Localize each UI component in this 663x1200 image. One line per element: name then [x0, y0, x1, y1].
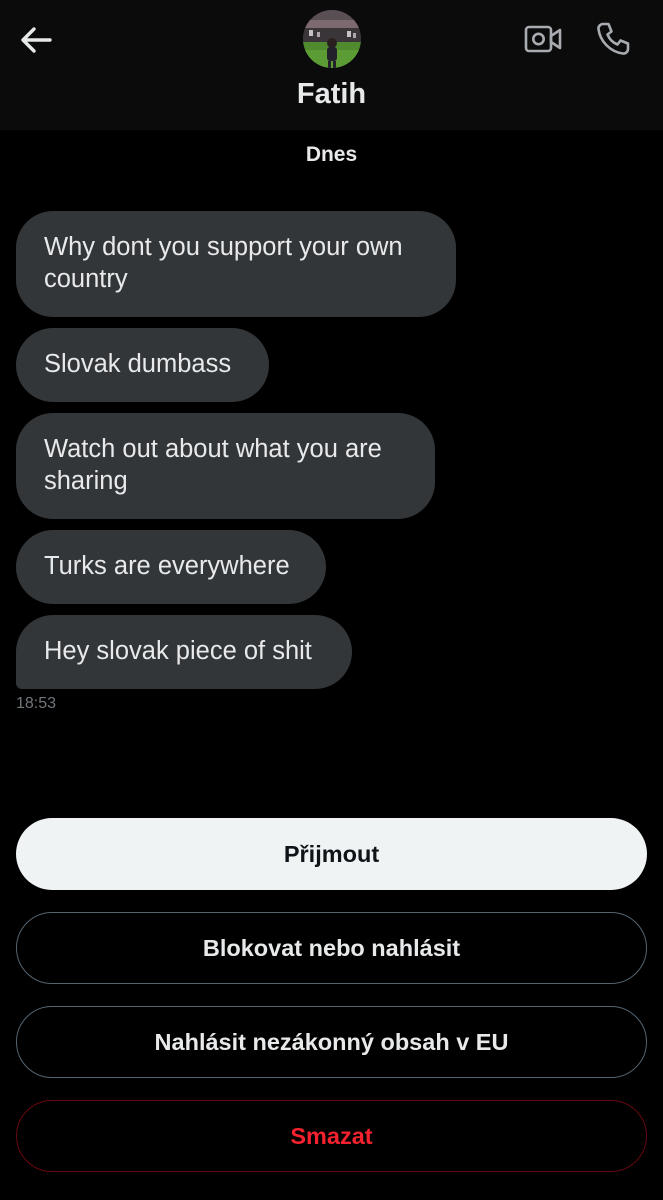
back-button[interactable]: [14, 18, 58, 62]
avatar[interactable]: [303, 10, 361, 68]
message-timestamp: 18:53: [16, 695, 57, 712]
video-call-icon: [524, 25, 562, 53]
message-bubble[interactable]: Why dont you support your own country: [16, 211, 456, 317]
phone-call-icon: [597, 22, 630, 55]
conversation-header: Fatih: [0, 0, 663, 130]
message-bubble[interactable]: Hey slovak piece of shit: [16, 615, 352, 689]
report-illegal-content-eu-button[interactable]: Nahlásit nezákonný obsah v EU: [16, 1006, 647, 1078]
avatar-image: [303, 10, 361, 68]
message-bubble[interactable]: Watch out about what you are sharing: [16, 413, 435, 519]
delete-button[interactable]: Smazat: [16, 1100, 647, 1172]
contact-name[interactable]: Fatih: [0, 78, 663, 111]
arrow-left-icon: [21, 27, 52, 53]
block-or-report-button[interactable]: Blokovat nebo nahlásit: [16, 912, 647, 984]
accept-button[interactable]: Přijmout: [16, 818, 647, 890]
date-separator: Dnes: [305, 143, 358, 166]
message-bubble[interactable]: Slovak dumbass: [16, 328, 269, 402]
video-call-button[interactable]: [520, 18, 566, 60]
phone-call-button[interactable]: [590, 16, 636, 62]
message-bubble[interactable]: Turks are everywhere: [16, 530, 326, 604]
